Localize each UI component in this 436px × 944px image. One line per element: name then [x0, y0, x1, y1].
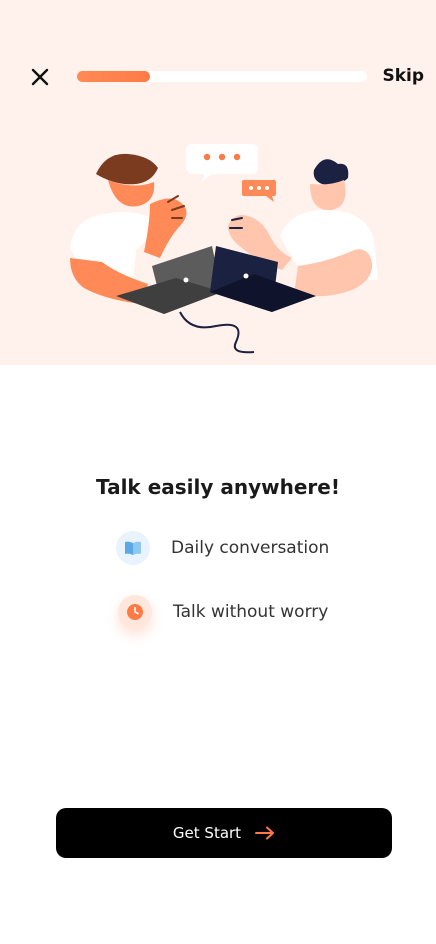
get-start-button[interactable]: Get Start: [56, 808, 392, 858]
speech-bubble-icon: [186, 144, 258, 182]
feature-item-talk-without-worry: Talk without worry: [118, 595, 328, 629]
speech-bubble-small-icon: [242, 180, 276, 202]
feature-item-daily-conversation: Daily conversation: [116, 531, 329, 565]
skip-button[interactable]: Skip: [382, 66, 424, 86]
progress-bar: [77, 71, 367, 82]
page-title: Talk easily anywhere!: [96, 475, 340, 499]
hero-banner: Skip: [0, 0, 436, 365]
clock-icon: [118, 595, 152, 629]
feature-label: Daily conversation: [171, 538, 330, 558]
book-icon: [116, 531, 150, 565]
progress-fill: [77, 71, 150, 82]
get-start-label: Get Start: [172, 824, 242, 842]
feature-label: Talk without worry: [173, 602, 329, 622]
conversation-illustration: [70, 144, 378, 354]
arrow-right-icon: [255, 826, 275, 840]
close-icon[interactable]: [29, 66, 51, 88]
